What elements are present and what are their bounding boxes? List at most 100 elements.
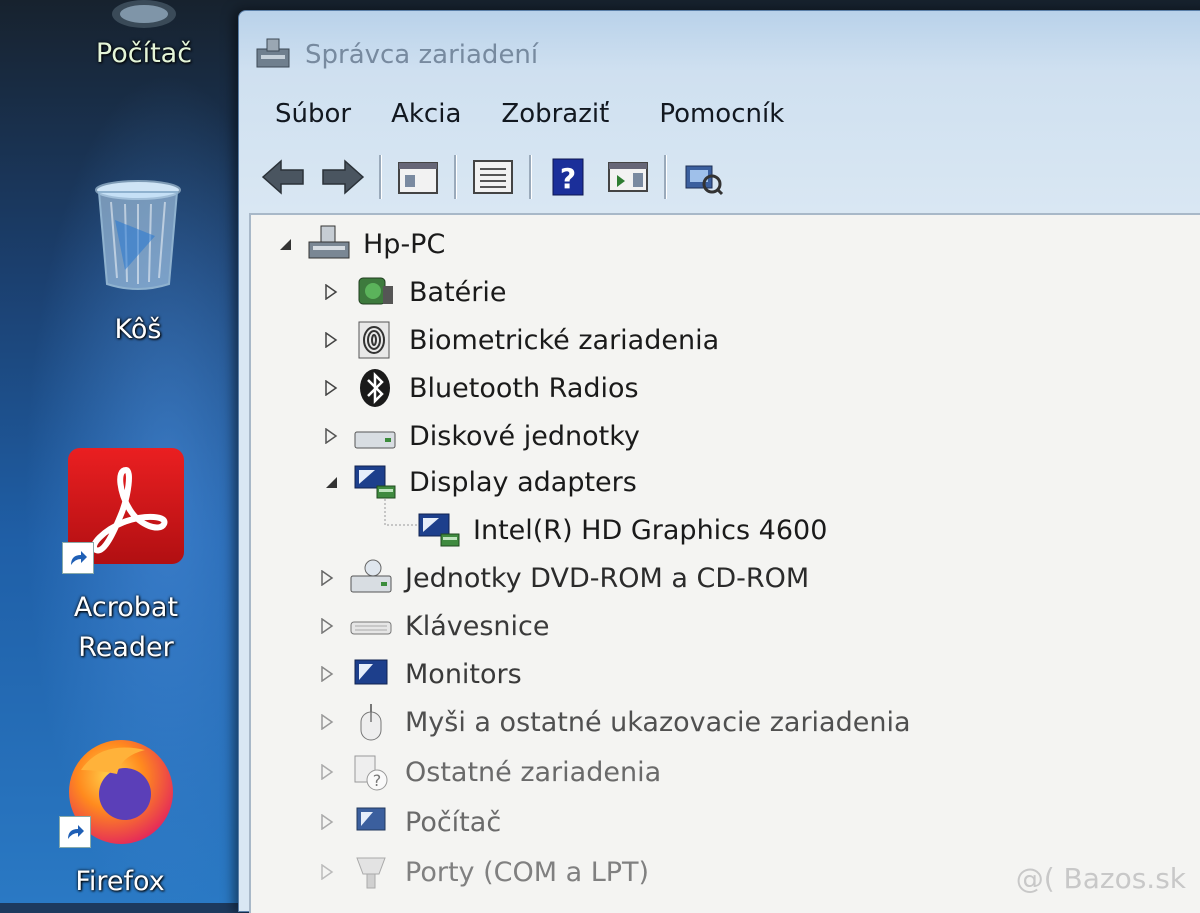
desktop-icon-firefox[interactable]: Firefox [20, 730, 220, 902]
tree-item-other-devices[interactable]: ? Ostatné zariadenia [319, 749, 661, 795]
battery-icon [353, 272, 397, 312]
expand-arrow-icon[interactable] [319, 864, 335, 880]
desktop-icon-recycle-bin[interactable]: Kôš [38, 180, 238, 350]
forward-icon [322, 159, 365, 195]
tree-item-label: Batérie [409, 276, 507, 308]
svg-text:?: ? [373, 771, 382, 790]
computer-icon [112, 0, 176, 28]
disk-drive-icon [353, 416, 397, 456]
tree-item-keyboards[interactable]: Klávesnice [319, 603, 549, 649]
port-icon [349, 852, 393, 892]
tree-item-label: Porty (COM a LPT) [405, 856, 650, 888]
desktop-icon-label: Kôš [114, 314, 162, 345]
acrobat-icon [62, 448, 184, 574]
tree-item-label: Bluetooth Radios [409, 372, 639, 404]
watermark: @( Bazos.sk [1015, 862, 1186, 895]
device-manager-icon [256, 38, 290, 68]
monitor-icon [349, 654, 393, 694]
expand-arrow-icon[interactable] [319, 618, 335, 634]
action-pane-button[interactable] [602, 153, 654, 201]
toolbar-separator [454, 155, 457, 199]
expand-arrow-icon[interactable] [319, 666, 335, 682]
back-icon [261, 159, 304, 195]
menu-help[interactable]: Pomocník [639, 99, 804, 129]
toolbar-separator [529, 155, 532, 199]
tree-item-disk-drives[interactable]: Diskové jednotky [323, 413, 640, 459]
title-bar[interactable]: Správca zariadení [253, 33, 538, 77]
expand-arrow-icon[interactable] [319, 714, 335, 730]
tree-item-label: Diskové jednotky [409, 420, 640, 452]
window-title: Správca zariadení [305, 40, 539, 70]
action-pane-icon [608, 162, 648, 192]
properties-icon [398, 162, 438, 194]
scan-hardware-button[interactable] [677, 153, 729, 201]
tree-item-label: Display adapters [409, 466, 637, 498]
shortcut-arrow-icon [59, 816, 91, 848]
toolbar-separator [379, 155, 382, 199]
tree-item-biometric-devices[interactable]: Biometrické zariadenia [323, 317, 719, 363]
collapse-arrow-icon[interactable] [323, 474, 339, 490]
tree-item-dvd-cd-rom-drives[interactable]: Jednotky DVD-ROM a CD-ROM [319, 555, 809, 601]
tree-item-mice[interactable]: Myši a ostatné ukazovacie zariadenia [319, 699, 911, 745]
console-tree-button[interactable] [467, 153, 519, 201]
tree-item-monitors[interactable]: Monitors [319, 651, 522, 697]
tree-root[interactable]: Hp-PC [277, 221, 445, 267]
mouse-icon [349, 702, 393, 742]
tree-item-label: Jednotky DVD-ROM a CD-ROM [405, 562, 810, 594]
expand-arrow-icon[interactable] [319, 814, 335, 830]
bluetooth-icon [353, 368, 397, 408]
menu-action[interactable]: Akcia [371, 99, 481, 129]
tree-item-label: Klávesnice [405, 610, 550, 642]
toolbar-separator [664, 155, 667, 199]
tree-item-ports[interactable]: Porty (COM a LPT) [319, 849, 649, 895]
tree-item-label: Ostatné zariadenia [405, 756, 662, 788]
expand-arrow-icon[interactable] [323, 428, 339, 444]
properties-button[interactable] [392, 153, 444, 201]
keyboard-icon [349, 606, 393, 646]
dvd-drive-icon [349, 558, 393, 598]
device-tree: Hp-PC Batérie Biometrické zariadenia Blu… [249, 213, 1200, 913]
recycle-bin-icon [95, 180, 181, 290]
expand-arrow-icon[interactable] [319, 764, 335, 780]
help-icon: ? [552, 158, 584, 196]
computer-icon [307, 224, 351, 264]
menu-view[interactable]: Zobraziť [481, 99, 629, 129]
tree-item-label: Myši a ostatné ukazovacie zariadenia [405, 706, 911, 738]
desktop-icon-label: Firefox [75, 866, 165, 897]
collapse-arrow-icon[interactable] [277, 236, 293, 252]
tree-item-intel-hd-graphics[interactable]: Intel(R) HD Graphics 4600 [417, 507, 827, 553]
toolbar: ? [253, 147, 1200, 207]
tree-item-bluetooth-radios[interactable]: Bluetooth Radios [323, 365, 639, 411]
unknown-device-icon: ? [349, 752, 393, 792]
expand-arrow-icon[interactable] [323, 380, 339, 396]
desktop-icon-label: Počítač [95, 38, 193, 69]
desktop-icon-label: Acrobat Reader [73, 592, 179, 663]
firefox-icon [59, 730, 179, 848]
tree-item-label: Intel(R) HD Graphics 4600 [473, 514, 828, 546]
tree-item-computer[interactable]: Počítač [319, 799, 501, 845]
desktop-icon-acrobat-reader[interactable]: Acrobat Reader [26, 448, 226, 668]
fingerprint-icon [353, 320, 397, 360]
console-tree-icon [473, 160, 513, 194]
expand-arrow-icon[interactable] [319, 570, 335, 586]
device-manager-window[interactable]: Správca zariadení Súbor Akcia Zobraziť P… [238, 10, 1200, 913]
desktop-icon-computer[interactable]: Počítač [44, 0, 244, 74]
scan-hardware-icon [685, 165, 724, 196]
menu-file[interactable]: Súbor [255, 99, 371, 129]
shortcut-arrow-icon [62, 542, 94, 574]
display-adapter-icon [353, 462, 397, 502]
menu-bar: Súbor Akcia Zobraziť Pomocník [255, 87, 1200, 141]
tree-item-label: Monitors [405, 658, 522, 690]
expand-arrow-icon[interactable] [323, 332, 339, 348]
help-button[interactable]: ? [542, 153, 594, 201]
expand-arrow-icon[interactable] [323, 284, 339, 300]
forward-button[interactable] [317, 153, 369, 201]
tree-item-label: Biometrické zariadenia [409, 324, 720, 356]
tree-item-batteries[interactable]: Batérie [323, 269, 506, 315]
tree-item-label: Počítač [405, 806, 502, 838]
svg-text:?: ? [560, 162, 576, 195]
tree-root-label: Hp-PC [363, 228, 446, 260]
back-button[interactable] [257, 153, 309, 201]
display-adapter-icon [417, 510, 461, 550]
tree-item-display-adapters[interactable]: Display adapters [323, 459, 637, 505]
